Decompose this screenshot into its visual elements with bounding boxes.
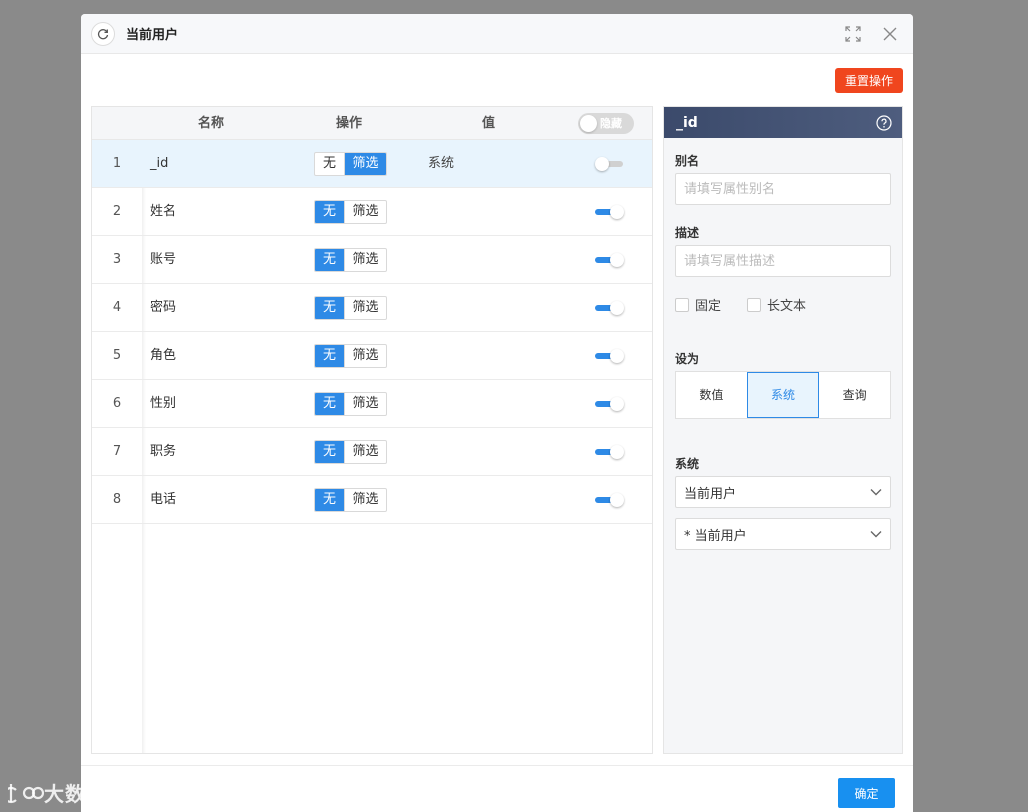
table-row[interactable]: 3 账号 无筛选 — [92, 236, 652, 284]
help-icon — [876, 114, 892, 131]
action-none-option[interactable]: 无 — [315, 297, 344, 319]
fields-table: 名称 操作 值 隐藏 1 _id 无筛选 系统 2 姓名无筛选 3 账号无筛选 4 密码无筛选 5 角… — [91, 106, 653, 754]
visibility-switch[interactable] — [595, 493, 625, 507]
property-title: _id — [676, 114, 698, 131]
modal-header: 当前用户 — [81, 14, 913, 54]
close-icon — [883, 27, 897, 40]
action-none-option[interactable]: 无 — [315, 201, 344, 223]
set-option-numeric[interactable]: 数值 — [676, 372, 747, 418]
visibility-switch[interactable] — [595, 397, 625, 411]
row-index: 7 — [112, 444, 122, 459]
table-row[interactable]: 2 姓名 无筛选 — [92, 188, 652, 236]
refresh-icon — [97, 28, 109, 39]
watermark: 大数跨境 — [8, 778, 128, 807]
set-option-system[interactable]: 系统 — [746, 372, 820, 418]
longtext-checkbox[interactable]: 长文本 — [747, 295, 806, 314]
table-row[interactable]: 1 _id 无筛选 系统 — [92, 140, 652, 188]
table-row[interactable]: 8 电话 无筛选 — [92, 476, 652, 524]
visibility-switch[interactable] — [595, 445, 625, 459]
action-filter-option[interactable]: 筛选 — [344, 345, 386, 367]
row-name: 角色 — [150, 348, 177, 363]
row-name: 电话 — [150, 492, 177, 507]
close-button[interactable] — [883, 27, 897, 41]
system-label: 系统 — [675, 457, 700, 471]
row-name: 账号 — [150, 252, 177, 267]
column-header-action: 操作 — [336, 116, 363, 131]
alias-input[interactable] — [675, 173, 891, 205]
action-segmented: 无筛选 — [314, 488, 387, 512]
help-button[interactable] — [876, 114, 892, 131]
action-none-option[interactable]: 无 — [315, 489, 344, 511]
fixed-checkbox[interactable]: 固定 — [675, 295, 721, 314]
action-segmented: 无筛选 — [314, 344, 387, 368]
action-none-option[interactable]: 无 — [315, 153, 344, 175]
refresh-button[interactable] — [91, 21, 115, 46]
row-index: 3 — [112, 252, 122, 267]
action-segmented: 无筛选 — [314, 440, 387, 464]
visibility-switch[interactable] — [595, 301, 625, 315]
table-body: 1 _id 无筛选 系统 2 姓名无筛选 3 账号无筛选 4 密码无筛选 5 角色无筛选 6 性别无筛选 7… — [92, 140, 652, 524]
table-row[interactable]: 6 性别 无筛选 — [92, 380, 652, 428]
system-select[interactable]: 当前用户 — [675, 476, 891, 508]
action-filter-option[interactable]: 筛选 — [344, 489, 386, 511]
action-filter-option[interactable]: 筛选 — [344, 249, 386, 271]
table-header: 名称 操作 值 隐藏 — [92, 107, 652, 140]
action-filter-option[interactable]: 筛选 — [344, 153, 386, 175]
row-name: 姓名 — [150, 204, 177, 219]
set-as-group: 数值 系统 查询 — [675, 371, 891, 419]
action-segmented: 无筛选 — [314, 392, 387, 416]
modal-dialog: 当前用户 重置操作 名称 操作 值 隐藏 1 _id 无筛选 系统 2 姓名无筛选 3 账号无… — [81, 14, 913, 812]
action-segmented: 无筛选 — [314, 296, 387, 320]
watermark-logo-icon — [8, 783, 44, 803]
fullscreen-icon — [845, 25, 861, 42]
visibility-switch[interactable] — [595, 157, 625, 171]
property-panel-header: _id — [664, 107, 902, 138]
row-index: 2 — [112, 204, 122, 219]
description-label: 描述 — [675, 226, 700, 240]
row-index: 8 — [112, 492, 122, 507]
visibility-switch[interactable] — [595, 253, 625, 267]
row-value: 系统 — [428, 156, 455, 171]
action-segmented: 无筛选 — [314, 152, 387, 176]
action-segmented: 无筛选 — [314, 248, 387, 272]
visibility-switch[interactable] — [595, 205, 625, 219]
action-filter-option[interactable]: 筛选 — [344, 297, 386, 319]
description-input[interactable] — [675, 245, 891, 277]
action-none-option[interactable]: 无 — [315, 249, 344, 271]
table-row[interactable]: 4 密码 无筛选 — [92, 284, 652, 332]
action-filter-option[interactable]: 筛选 — [344, 441, 386, 463]
action-none-option[interactable]: 无 — [315, 441, 344, 463]
set-as-label: 设为 — [675, 352, 700, 366]
row-name: 密码 — [150, 300, 177, 315]
modal-footer — [81, 765, 913, 812]
row-index: 4 — [112, 300, 122, 315]
property-panel: _id 别名 描述 固定 长文本 设为 数值 系统 查询 系统 当前用户 — [663, 106, 903, 754]
action-filter-option[interactable]: 筛选 — [344, 201, 386, 223]
set-option-query[interactable]: 查询 — [819, 372, 890, 418]
hide-toggle[interactable]: 隐藏 — [578, 113, 634, 134]
action-filter-option[interactable]: 筛选 — [344, 393, 386, 415]
table-row[interactable]: 5 角色 无筛选 — [92, 332, 652, 380]
table-row[interactable]: 7 职务 无筛选 — [92, 428, 652, 476]
row-index: 5 — [112, 348, 122, 363]
row-index: 1 — [112, 156, 122, 171]
column-header-name: 名称 — [198, 116, 225, 131]
confirm-button[interactable]: 确定 — [838, 778, 895, 808]
row-index: 6 — [112, 396, 122, 411]
action-none-option[interactable]: 无 — [315, 345, 344, 367]
alias-label: 别名 — [675, 154, 700, 168]
reset-button[interactable]: 重置操作 — [835, 68, 903, 93]
action-segmented: 无筛选 — [314, 200, 387, 224]
chevron-down-icon — [870, 488, 882, 496]
modal-title: 当前用户 — [126, 28, 179, 43]
system-user-select[interactable]: * 当前用户 — [675, 518, 891, 550]
row-name: 职务 — [150, 444, 177, 459]
visibility-switch[interactable] — [595, 349, 625, 363]
row-name: _id — [150, 156, 169, 171]
chevron-down-icon — [870, 530, 882, 538]
fullscreen-button[interactable] — [845, 25, 861, 42]
row-name: 性别 — [150, 396, 177, 411]
action-none-option[interactable]: 无 — [315, 393, 344, 415]
column-header-value: 值 — [482, 116, 496, 131]
